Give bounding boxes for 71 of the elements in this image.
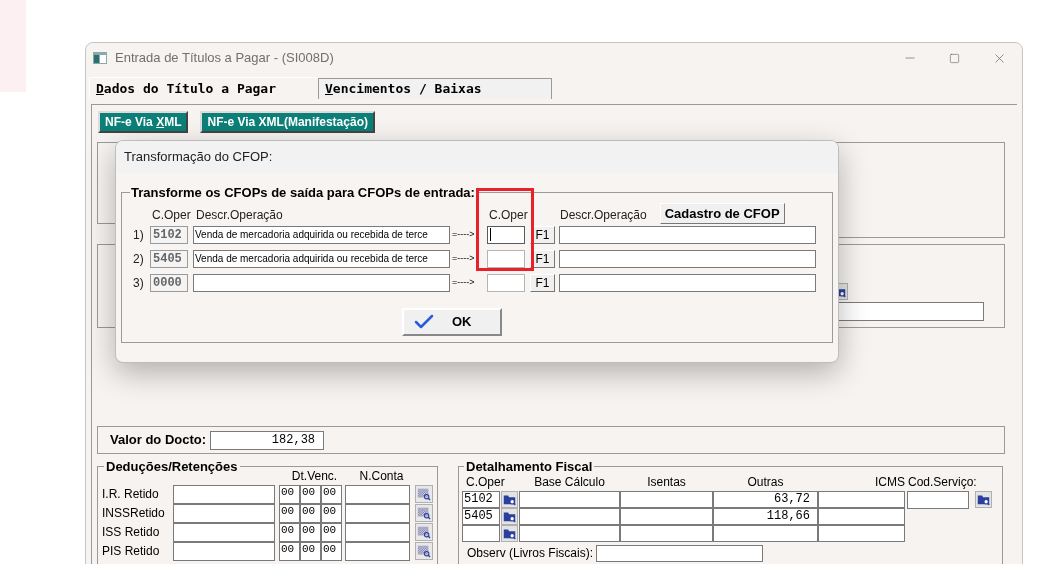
tab[interactable]: Dados do Título a Pagar	[89, 77, 318, 99]
lookup-icon[interactable]	[415, 542, 433, 560]
column-header: Descr.Operação	[559, 206, 647, 224]
table-cell[interactable]: 5102	[462, 490, 500, 508]
table-cell[interactable]	[519, 490, 620, 508]
date-part-field[interactable]: 00	[321, 484, 342, 504]
window-title: Entrada de Títulos a Pagar - (SI008D)	[115, 49, 334, 68]
description-field[interactable]	[193, 273, 450, 292]
target-description-field[interactable]	[559, 273, 816, 292]
folder-search-icon[interactable]	[501, 490, 518, 508]
cfop-register-button[interactable]: Cadastro de CFOP	[659, 202, 785, 224]
column-header: Isentas	[646, 474, 687, 489]
tab[interactable]: Vencimentos / Baixas	[318, 78, 552, 99]
field-label: Valor do Docto:	[110, 431, 207, 450]
lookup-icon[interactable]	[415, 485, 433, 503]
lookup-button[interactable]: F1	[530, 249, 555, 268]
lookup-button[interactable]: F1	[530, 225, 555, 244]
column-header: Outras	[746, 474, 785, 489]
column-header: Cod.Serviço:	[907, 474, 978, 489]
target-code-field[interactable]	[487, 249, 525, 268]
column-header: Base Cálculo	[533, 474, 606, 489]
xml-import-button[interactable]: NF-e Via XML(Manifestação)	[200, 111, 375, 133]
field-label: ISS Retido	[102, 524, 161, 541]
date-part-field[interactable]: 00	[279, 484, 300, 504]
lookup-icon[interactable]	[415, 504, 433, 522]
arrow-label: =---->	[451, 227, 476, 241]
column-header: ICMS	[874, 474, 905, 489]
notes-field[interactable]	[596, 544, 764, 562]
table-cell[interactable]	[620, 490, 713, 508]
row-number: 3)	[133, 274, 145, 292]
lookup-button[interactable]: F1	[530, 273, 555, 292]
service-code-field[interactable]	[907, 490, 969, 509]
account-field[interactable]	[345, 484, 410, 504]
field-label: I.R. Retido	[102, 486, 160, 503]
row-number: 1)	[133, 226, 145, 244]
column-header: Dt.Venc.	[290, 467, 339, 485]
input-field[interactable]	[173, 484, 275, 504]
field-label: PIS Retido	[102, 543, 161, 560]
source-code-field: 5102	[150, 225, 188, 244]
text-cursor	[490, 228, 491, 241]
description-field[interactable]: Venda de mercadoria adquirida ou recebida de terce	[193, 225, 450, 244]
input-field[interactable]	[838, 302, 984, 321]
xml-import-button[interactable]: NF-e Via XML	[98, 111, 189, 133]
source-code-field: 0000	[150, 273, 188, 292]
group-title: Transforme os CFOPs de saída para CFOPs de entrada:	[130, 184, 476, 202]
date-part-field[interactable]: 00	[300, 484, 321, 504]
target-code-field[interactable]	[487, 225, 525, 244]
field-label: Observ (Livros Fiscais):	[467, 546, 594, 560]
target-description-field[interactable]	[559, 225, 816, 244]
lookup-icon[interactable]	[415, 523, 433, 541]
description-field[interactable]: Venda de mercadoria adquirida ou recebida de terce	[193, 249, 450, 268]
table-cell[interactable]	[818, 490, 905, 508]
column-header: C.Oper	[465, 474, 505, 489]
group-title: Detalhamento Fiscal	[465, 458, 594, 476]
field-label: INSSRetido	[102, 505, 166, 522]
group-title: Deduções/Retenções	[105, 458, 239, 476]
row-number: 2)	[133, 250, 145, 268]
arrow-label: =---->	[451, 251, 476, 265]
target-description-field[interactable]	[559, 249, 816, 268]
document-value-field[interactable]: 182,38	[210, 430, 325, 450]
app-icon	[93, 52, 107, 64]
source-code-field: 5405	[150, 249, 188, 268]
table-cell[interactable]: 63,72	[713, 490, 818, 508]
column-header: Descr.Operação	[195, 206, 284, 224]
column-header: N.Conta	[358, 467, 405, 485]
arrow-label: =---->	[451, 275, 476, 289]
ok-button[interactable]: OK	[402, 307, 502, 336]
maximize-icon[interactable]	[949, 52, 960, 64]
folder-search-icon[interactable]	[975, 490, 992, 508]
dialog-title: Transformação do CFOP:	[124, 148, 273, 167]
target-code-field[interactable]	[487, 273, 525, 292]
